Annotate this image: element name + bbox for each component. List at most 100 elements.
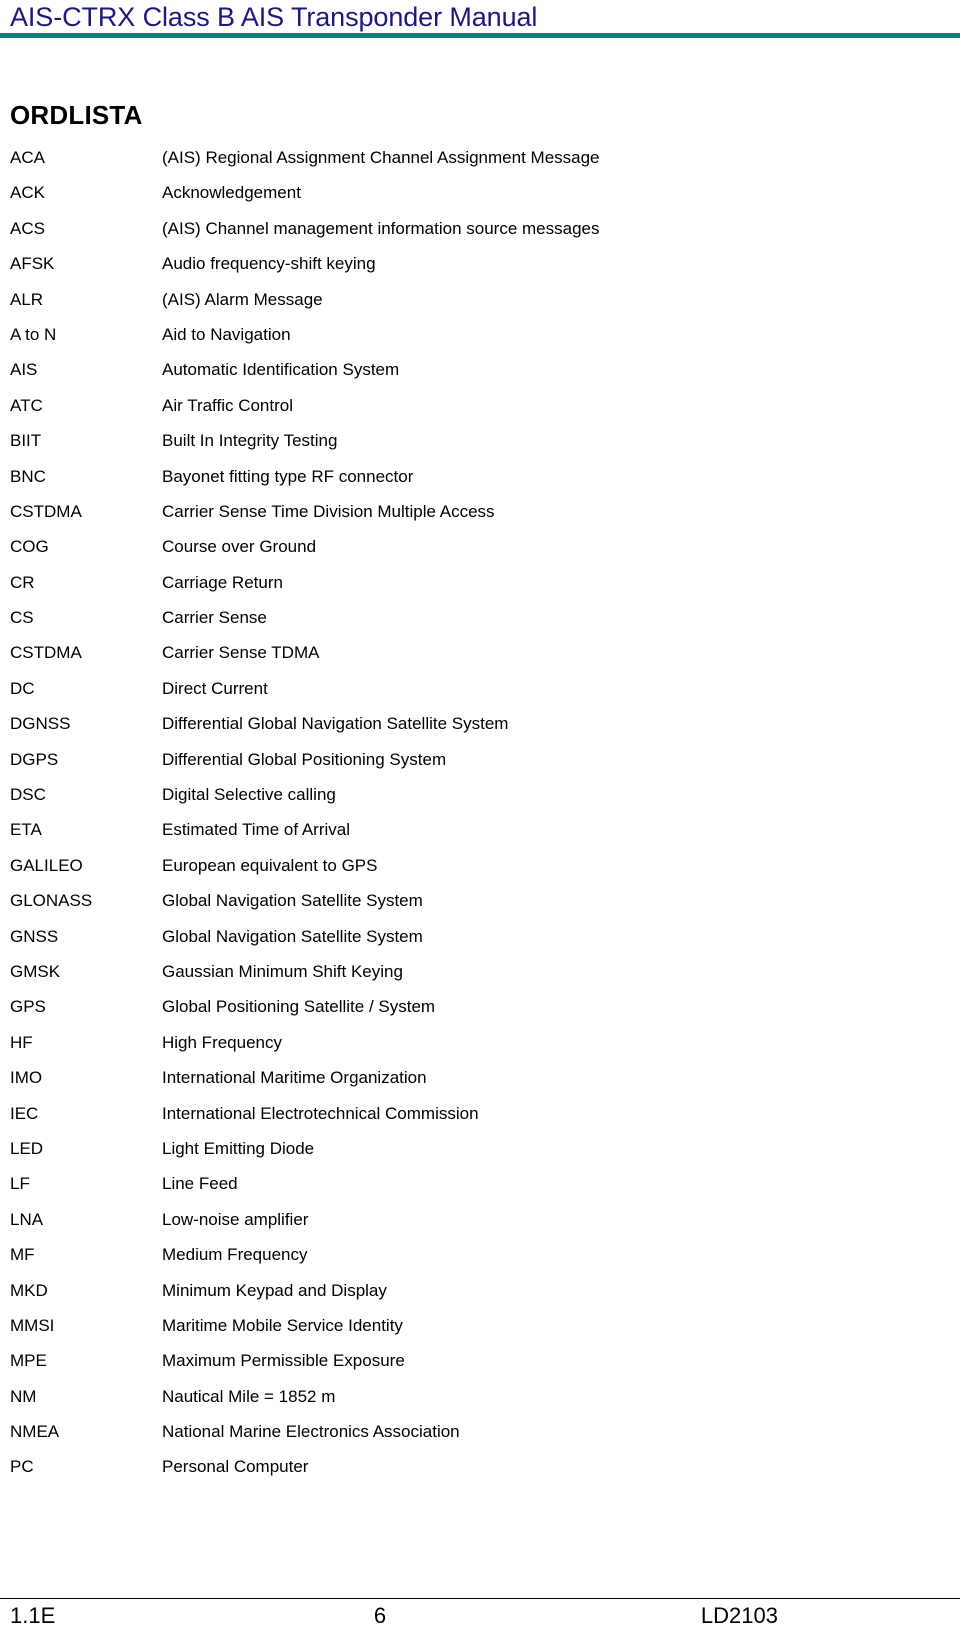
glossary-row: AFSK Audio frequency-shift keying [0,246,960,281]
glossary-row: BNC Bayonet fitting type RF connector [0,459,960,494]
glossary-row: LF Line Feed [0,1166,960,1201]
glossary-term: GALILEO [10,855,83,875]
glossary-definition: Gaussian Minimum Shift Keying [162,961,403,981]
glossary-term: CR [10,572,35,592]
document-footer: 1.1E 6 LD2103 [0,1598,960,1632]
glossary-term: LNA [10,1209,44,1229]
glossary-row: CSTDMA Carrier Sense Time Division Multip… [0,494,960,529]
glossary-definition: International Maritime Organization [162,1068,427,1088]
glossary-term: MKD [10,1280,48,1300]
glossary-term: NM [10,1386,37,1406]
glossary-term: ALR [10,289,44,309]
glossary-definition: Maximum Permissible Exposure [162,1351,405,1371]
glossary-term: NMEA [10,1422,60,1442]
glossary-definition: European equivalent to GPS [162,855,378,875]
glossary-definition: Bayonet fitting type RF connector [162,466,414,486]
glossary-definition: Differential Global Positioning System [162,749,447,769]
glossary-row: MKD Minimum Keypad and Display [0,1273,960,1308]
glossary-definition: Carriage Return [162,572,283,592]
glossary-term: MF [10,1245,35,1265]
glossary-definition: Global Navigation Satellite System [162,891,423,911]
glossary-definition: Acknowledgement [162,183,301,203]
glossary-definition: Automatic Identification System [162,360,400,380]
glossary-row: GNSS Global Navigation Satellite System [0,919,960,954]
glossary-term: CS [10,608,34,628]
glossary-definition: Carrier Sense Time Division Multiple Acc… [162,501,495,521]
glossary-definition: Carrier Sense TDMA [162,643,320,663]
glossary-row: AIS Automatic Identification System [0,352,960,387]
glossary-term: DGPS [10,749,59,769]
glossary-row: PC Personal Computer [0,1449,960,1484]
glossary-term: A to N [10,324,57,344]
glossary-row: NM Nautical Mile = 1852 m [0,1379,960,1414]
glossary-term: ACS [10,218,45,238]
glossary-definition: (AIS) Regional Assignment Channel Assign… [162,148,600,167]
glossary-row: GPS Global Positioning Satellite / System [0,989,960,1024]
glossary-term: MPE [10,1351,47,1371]
document-header: AIS-CTRX Class B AIS Transponder Manual [0,0,960,42]
glossary-term: AIS [10,360,38,380]
glossary-row: DGNSS Differential Global Navigation Sate… [0,706,960,741]
glossary-definition: Minimum Keypad and Display [162,1280,387,1300]
glossary-definition: Maritime Mobile Service Identity [162,1315,403,1335]
glossary-row: DSC Digital Selective calling [0,777,960,812]
glossary-row: LED Light Emitting Diode [0,1131,960,1166]
document-page: AIS-CTRX Class B AIS Transponder Manual … [0,0,960,1632]
glossary-definition: Differential Global Navigation Satellite… [162,714,509,734]
glossary-definition: Personal Computer [162,1457,309,1477]
header-divider [0,33,960,38]
footer-divider [0,1598,960,1599]
glossary-term: ACK [10,183,45,203]
glossary-row: CSTDMA Carrier Sense TDMA [0,635,960,670]
glossary-definition: (AIS) Channel management information sou… [162,218,600,238]
glossary-row: MF Medium Frequency [0,1237,960,1272]
glossary-definition: Course over Ground [162,537,317,557]
glossary-term: CSTDMA [10,501,82,521]
glossary-term: DGNSS [10,714,71,734]
glossary-term: IMO [10,1068,43,1088]
glossary-row: LNA Low-noise amplifier [0,1202,960,1237]
glossary-definition: National Marine Electronics Association [162,1422,460,1442]
glossary-definition: Global Navigation Satellite System [162,926,423,946]
glossary-row: ACS (AIS) Channel management information … [0,211,960,246]
glossary-term: LED [10,1138,44,1158]
glossary-term: ATC [10,395,43,415]
glossary-row: GMSK Gaussian Minimum Shift Keying [0,954,960,989]
glossary-term: GMSK [10,961,61,981]
glossary-row: ALR (AIS) Alarm Message [0,282,960,317]
glossary-definition: Nautical Mile = 1852 m [162,1386,336,1406]
glossary-row: GLONASS Global Navigation Satellite Syste… [0,883,960,918]
glossary-definition: Medium Frequency [162,1245,308,1265]
glossary-row: CS Carrier Sense [0,600,960,635]
glossary-definition: Low-noise amplifier [162,1209,309,1229]
glossary-row: ATC Air Traffic Control [0,388,960,423]
glossary-row: ETA Estimated Time of Arrival [0,812,960,847]
glossary-definition: Global Positioning Satellite / System [162,997,436,1017]
glossary-term: GLONASS [10,891,93,911]
glossary-row: HF High Frequency [0,1025,960,1060]
glossary-term: ETA [10,820,42,840]
glossary-term: LF [10,1174,30,1194]
glossary-term: DSC [10,785,46,805]
glossary-row: ACA (AIS) Regional Assignment Channel Ass… [0,140,960,175]
glossary-definition: High Frequency [162,1032,283,1052]
footer-document-code: LD2103 [700,1603,778,1628]
glossary-definition: Digital Selective calling [162,785,336,805]
section-heading-ordlista: ORDLISTA [10,100,143,130]
glossary-row: ACK Acknowledgement [0,175,960,210]
glossary-row: BIIT Built In Integrity Testing [0,423,960,458]
glossary-definition: Audio frequency-shift keying [162,254,376,274]
glossary-row: DGPS Differential Global Positioning Syst… [0,742,960,777]
glossary-definition: International Electrotechnical Commissio… [162,1103,479,1123]
glossary-definition: Air Traffic Control [162,395,294,415]
glossary-term: CSTDMA [10,643,82,663]
glossary-definition: Direct Current [162,678,268,698]
glossary-definition: Line Feed [162,1174,238,1194]
glossary-row: GALILEO European equivalent to GPS [0,848,960,883]
glossary-term: DC [10,678,35,698]
glossary-term: HF [10,1032,33,1052]
glossary-term: IEC [10,1103,39,1123]
glossary-term: GNSS [10,926,59,946]
glossary-row: A to N Aid to Navigation [0,317,960,352]
glossary-row: MMSI Maritime Mobile Service Identity [0,1308,960,1343]
